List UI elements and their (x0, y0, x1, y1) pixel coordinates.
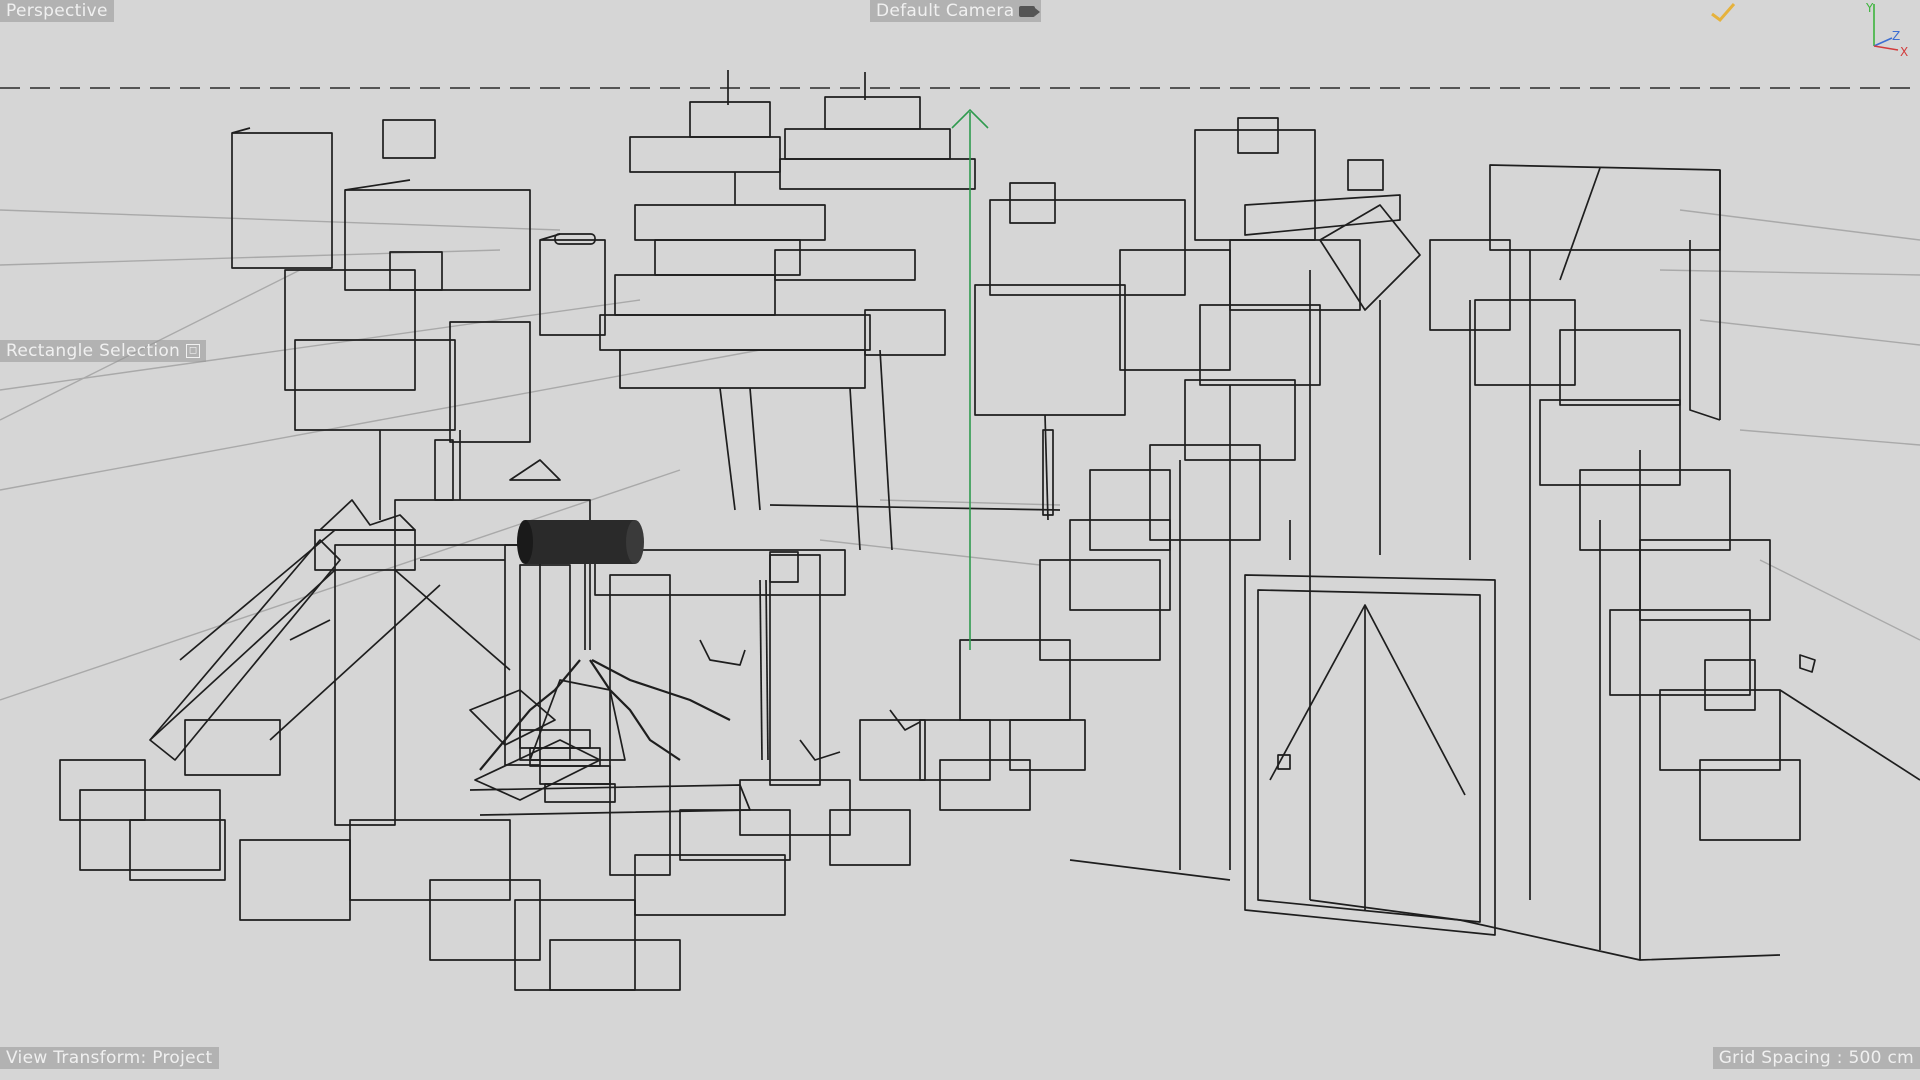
view-mode-label[interactable]: Perspective (0, 0, 114, 22)
axis-y-label: Y (1865, 1, 1874, 15)
axis-z-line (1873, 37, 1893, 47)
active-tool-text: Rectangle Selection (6, 341, 181, 361)
axis-gizmo[interactable]: Y Z X (1860, 0, 1912, 62)
view-transform-label: View Transform: Project (0, 1047, 219, 1069)
axis-x-line (1873, 45, 1899, 51)
axis-x-label: X (1900, 45, 1908, 59)
3d-viewport[interactable]: Perspective Default Camera Rectangle Sel… (0, 0, 1920, 1080)
active-tool-label: Rectangle Selection ◻ (0, 340, 207, 362)
camera-icon (1019, 5, 1041, 17)
grid-spacing-label: Grid Spacing : 500 cm (1712, 1047, 1920, 1069)
camera-label-text: Default Camera (876, 1, 1015, 21)
camera-label[interactable]: Default Camera (870, 0, 1042, 22)
winch-cylinder (517, 520, 644, 564)
tool-shortcut-icon: ◻ (186, 344, 201, 358)
wireframe-scene[interactable] (0, 0, 1920, 1080)
checkmark-icon (1711, 3, 1736, 23)
axis-z-label: Z (1892, 29, 1900, 43)
